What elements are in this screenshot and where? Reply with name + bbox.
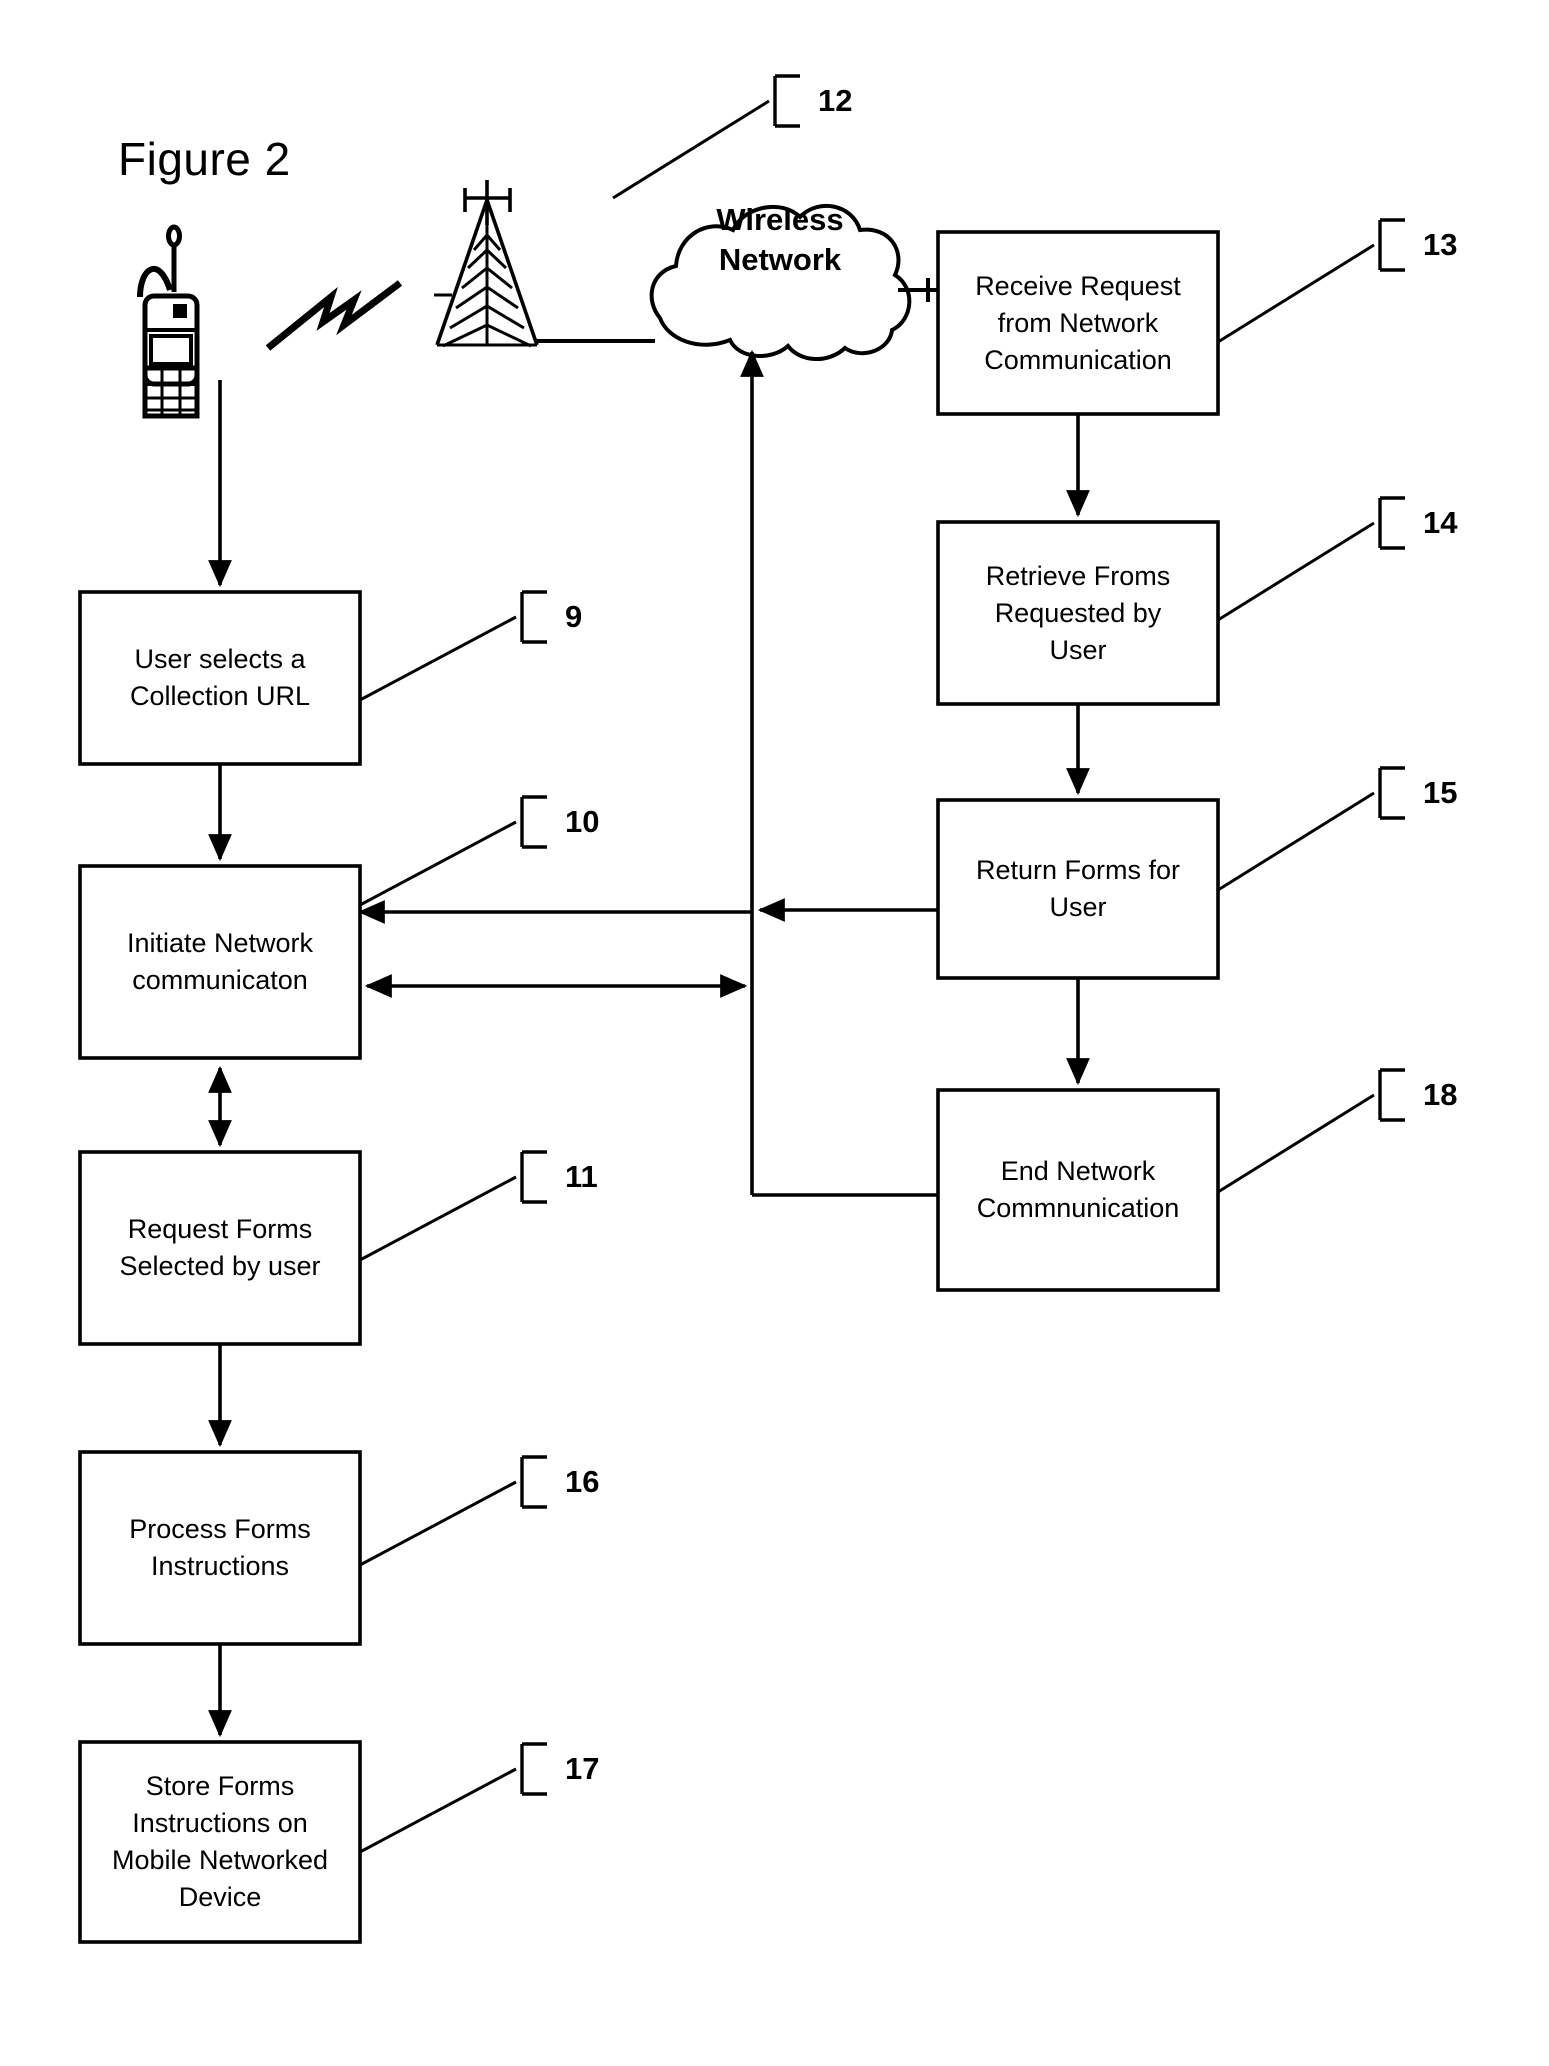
- mobile-phone-icon: [137, 224, 200, 419]
- leader-12: [612, 74, 800, 200]
- reference-number-17: 17: [565, 1751, 600, 1786]
- cell-tower-icon: [434, 180, 539, 348]
- process-box-16: [78, 1450, 362, 1646]
- network-cloud-label: Wireless Network: [716, 202, 844, 277]
- leader-10: [359, 795, 547, 907]
- process-box-18: [936, 1088, 1220, 1292]
- leader-11: [359, 1150, 547, 1262]
- page-title: Figure 2: [118, 133, 291, 185]
- diagram-vector-layer: [78, 74, 1405, 1944]
- lightning-bolt-icon: [265, 280, 403, 351]
- reference-number-16: 16: [565, 1464, 600, 1499]
- leader-13: [1217, 218, 1405, 344]
- process-box-17: [78, 1740, 362, 1944]
- reference-number-13: 13: [1423, 227, 1458, 262]
- reference-number-9: 9: [565, 599, 583, 634]
- reference-number-11: 11: [565, 1159, 598, 1194]
- reference-number-12: 12: [818, 83, 853, 118]
- reference-number-15: 15: [1423, 775, 1458, 810]
- leader-15: [1217, 766, 1405, 892]
- leader-16: [359, 1455, 547, 1567]
- patent-figure-canvas: Figure 2 Wireless Network User selects a…: [0, 0, 1549, 2066]
- leader-9: [359, 590, 547, 702]
- process-box-11: [78, 1150, 362, 1346]
- process-box-10: [78, 864, 362, 1060]
- process-box-9: [78, 590, 362, 766]
- process-box-13: [936, 230, 1220, 416]
- reference-number-18: 18: [1423, 1077, 1458, 1112]
- leader-18: [1217, 1068, 1405, 1194]
- leader-14: [1217, 496, 1405, 622]
- reference-number-10: 10: [565, 804, 600, 839]
- process-box-15: [936, 798, 1220, 980]
- process-box-14: [936, 520, 1220, 706]
- leader-17: [359, 1742, 547, 1854]
- reference-number-14: 14: [1423, 505, 1458, 540]
